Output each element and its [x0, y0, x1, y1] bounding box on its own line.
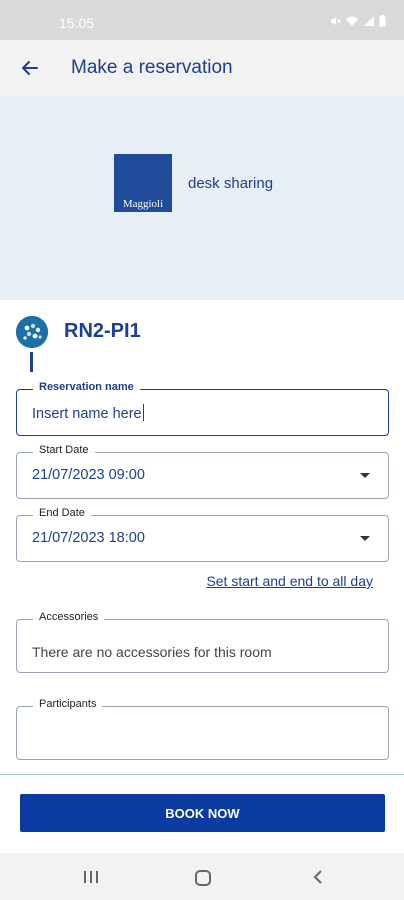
accessories-label: Accessories — [33, 611, 105, 623]
signal-icon — [363, 14, 375, 32]
status-time: 15:05 — [59, 15, 95, 31]
dropdown-arrow-icon[interactable] — [360, 536, 370, 541]
room-name: RN2-PI1 — [64, 320, 141, 342]
battery-icon — [379, 14, 386, 32]
app-bar: Make a reservation — [0, 40, 404, 96]
set-all-day-link[interactable]: Set start and end to all day — [206, 573, 373, 589]
end-date-field[interactable]: End Date 21/07/2023 18:00 — [16, 507, 389, 562]
accessories-value: There are no accessories for this room — [32, 644, 272, 660]
start-date-value: 21/07/2023 09:00 — [32, 467, 145, 483]
reservation-name-label: Reservation name — [33, 381, 140, 393]
brand-subtitle: desk sharing — [188, 175, 274, 192]
end-date-label: End Date — [33, 507, 91, 519]
brand-banner: Maggioli desk sharing — [0, 96, 404, 300]
reservation-name-input[interactable]: Insert name here — [32, 406, 142, 422]
status-bar: 15:05 — [0, 0, 404, 40]
maggioli-logo: Maggioli — [114, 154, 172, 212]
room-icon — [16, 316, 48, 348]
home-icon[interactable] — [195, 870, 211, 886]
status-icons — [329, 14, 386, 32]
arrow-left-icon[interactable] — [16, 54, 44, 82]
mute-icon — [329, 14, 341, 32]
logo-text: Maggioli — [122, 198, 164, 210]
participants-label: Participants — [33, 698, 103, 710]
recents-icon[interactable] — [84, 871, 98, 883]
book-now-button[interactable]: BOOK NOW — [20, 794, 385, 832]
participants-field[interactable]: Participants — [16, 698, 389, 760]
page-title: Make a reservation — [71, 57, 233, 78]
end-date-value: 21/07/2023 18:00 — [32, 530, 145, 546]
back-icon[interactable] — [310, 869, 326, 885]
system-nav-bar — [0, 853, 404, 900]
focus-indicator — [30, 352, 33, 372]
text-caret — [142, 404, 144, 421]
reservation-name-field[interactable]: Reservation name Insert name here — [16, 381, 389, 436]
accessories-field: Accessories There are no accessories for… — [16, 611, 389, 673]
dropdown-arrow-icon[interactable] — [360, 473, 370, 478]
start-date-field[interactable]: Start Date 21/07/2023 09:00 — [16, 444, 389, 499]
start-date-label: Start Date — [33, 444, 95, 456]
wifi-icon — [345, 14, 359, 32]
divider — [0, 774, 404, 775]
